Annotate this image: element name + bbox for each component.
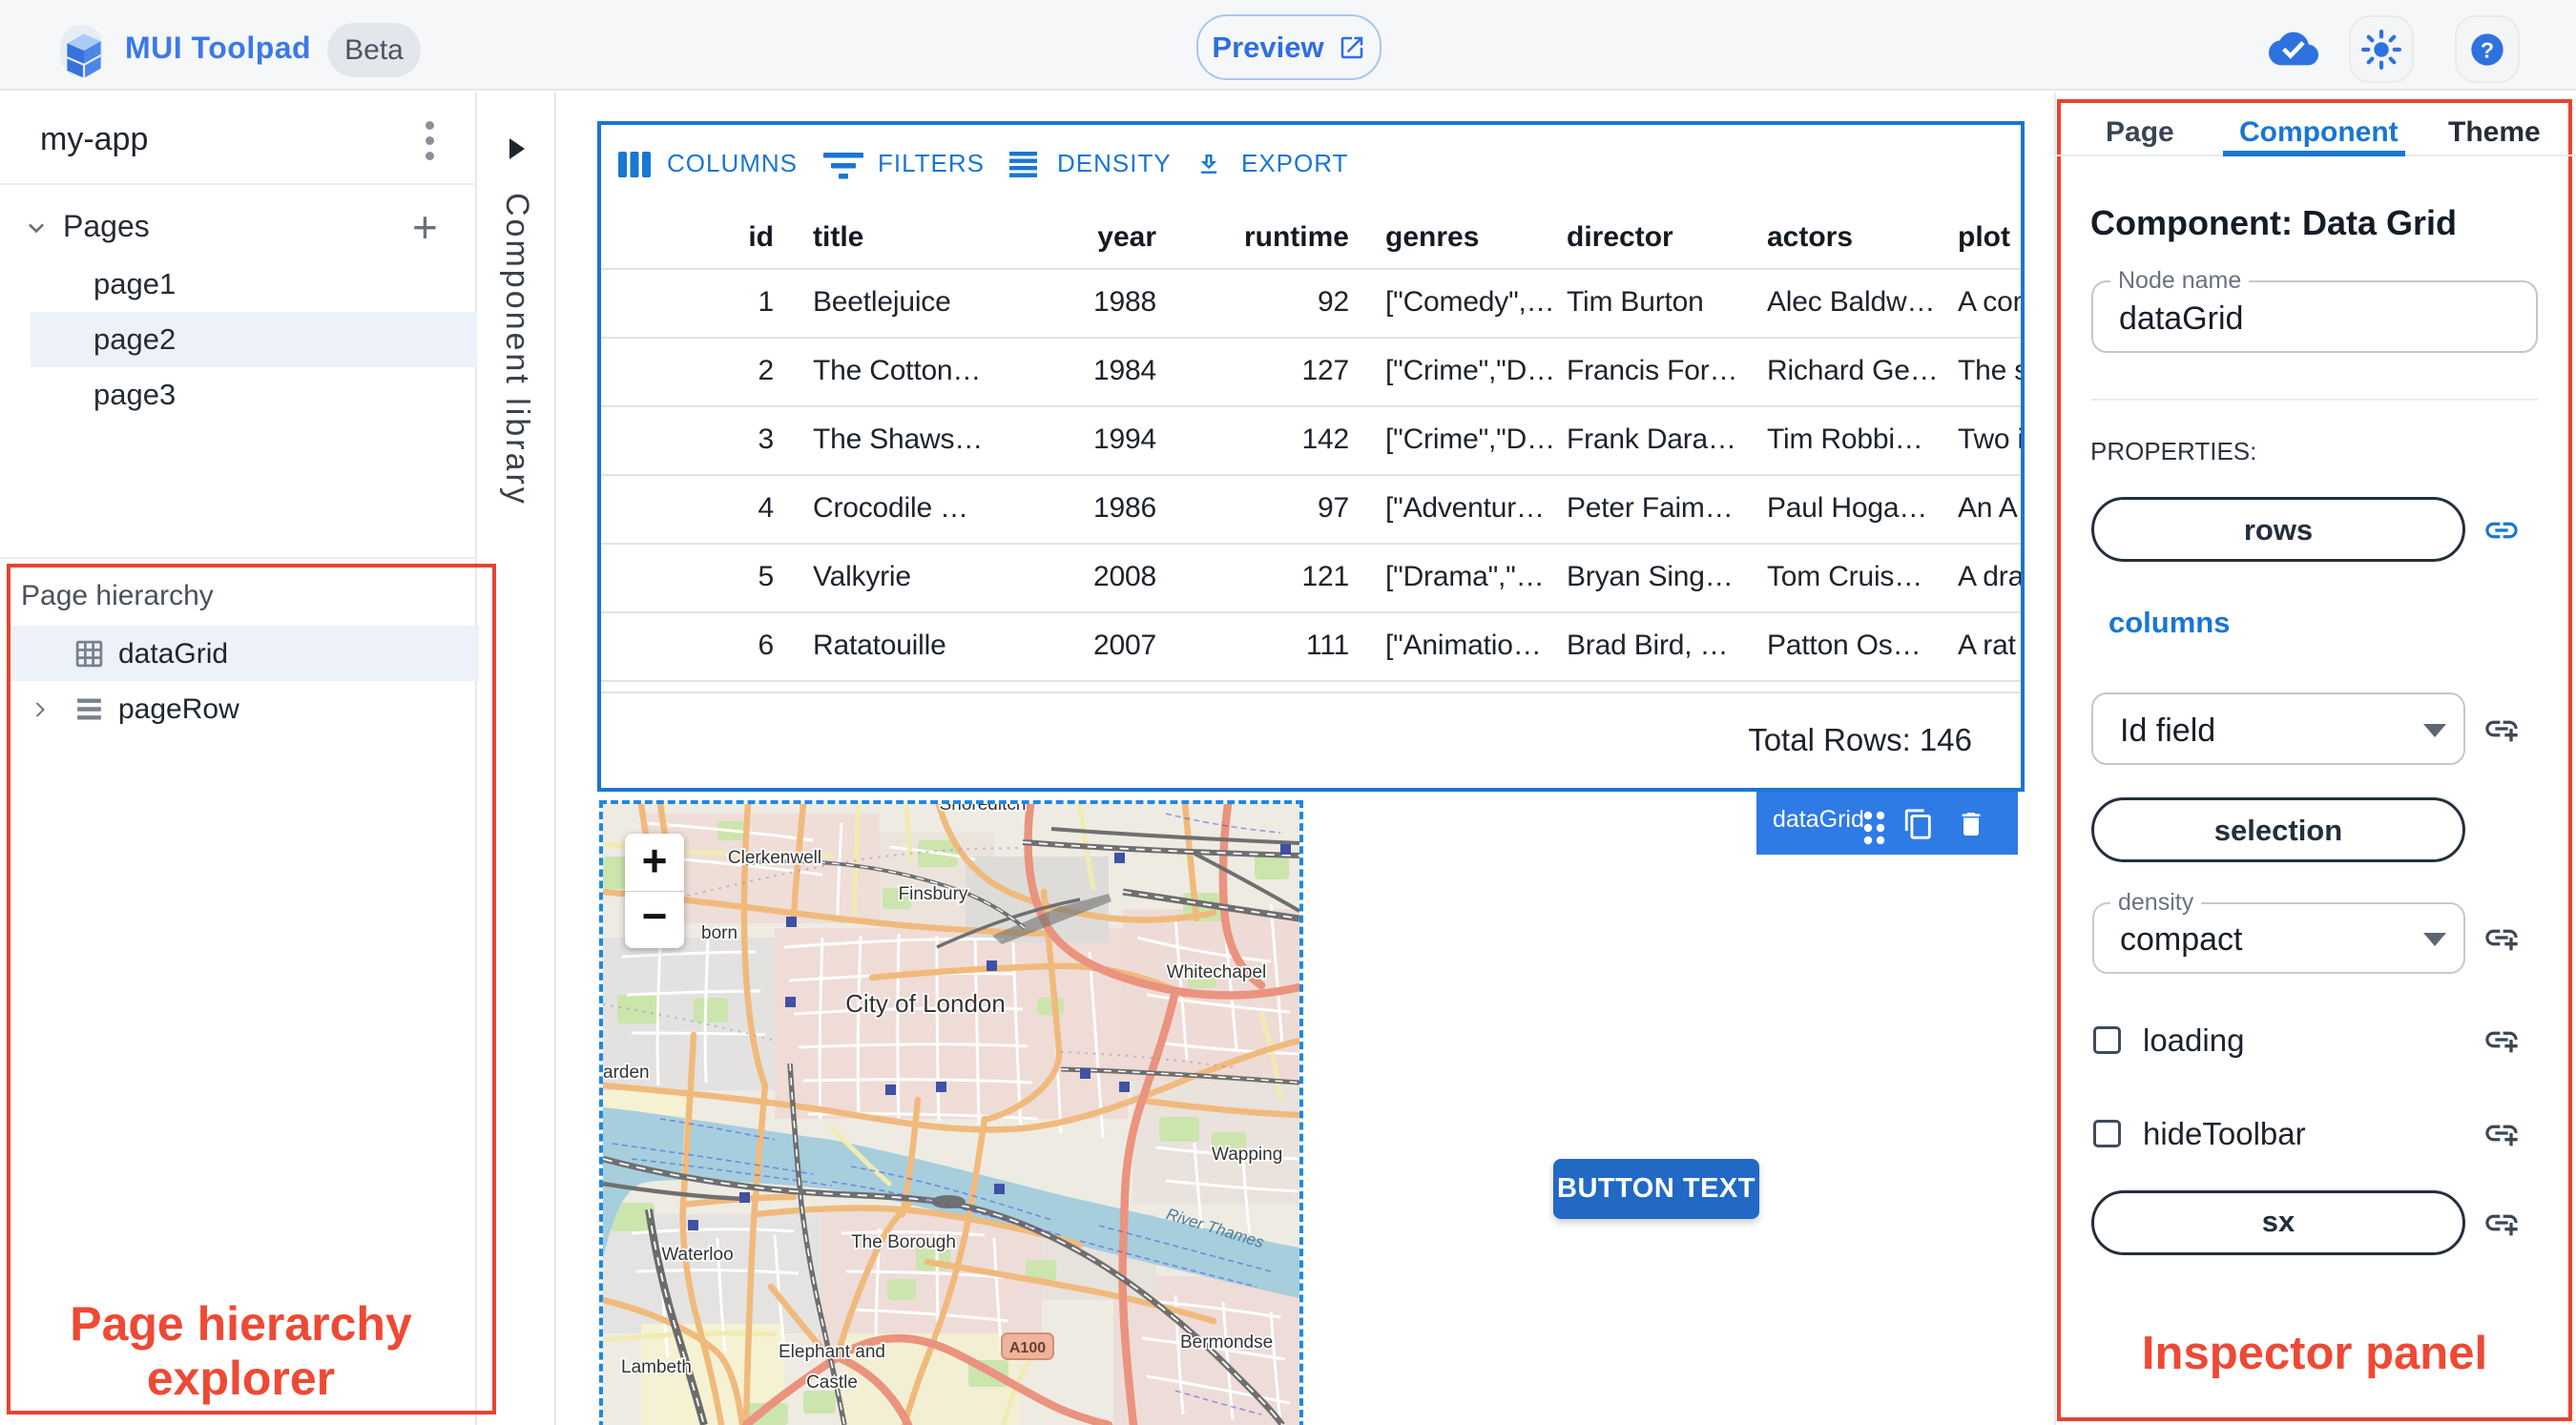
svg-text:Lambeth: Lambeth (621, 1357, 692, 1377)
svg-text:The Borough: The Borough (851, 1232, 956, 1252)
svg-text:Waterloo: Waterloo (661, 1245, 733, 1265)
svg-text:A100: A100 (1009, 1340, 1046, 1356)
svg-text:Bermondse: Bermondse (1180, 1332, 1273, 1353)
svg-text:Shoreditch: Shoreditch (940, 804, 1027, 815)
svg-text:Wapping: Wapping (1212, 1145, 1282, 1165)
svg-text:Clerkenwell: Clerkenwell (728, 848, 821, 868)
svg-text:arden: arden (603, 1063, 650, 1083)
svg-text:Finsbury: Finsbury (899, 884, 968, 904)
svg-text:Elephant and: Elephant and (779, 1342, 885, 1362)
svg-text:Whitechapel: Whitechapel (1167, 962, 1267, 982)
svg-text:Castle: Castle (806, 1373, 858, 1393)
svg-text:?: ? (2481, 37, 2494, 62)
svg-text:born: born (701, 923, 737, 943)
svg-text:City of London: City of London (845, 989, 1006, 1018)
